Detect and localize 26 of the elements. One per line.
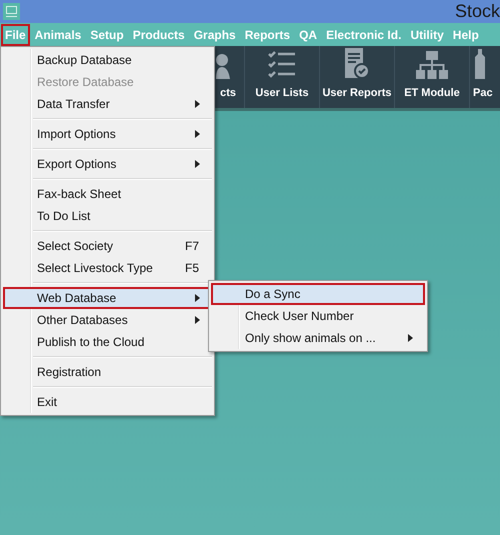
menu-item[interactable]: Publish to the Cloud [3,331,212,353]
menu-item[interactable]: To Do List [3,205,212,227]
bottle-icon [473,49,487,79]
menu-item[interactable]: Exit [3,391,212,413]
hierarchy-icon [416,51,448,79]
shortcut-label: F5 [185,261,200,275]
menu-item[interactable]: Only show animals on ... [211,327,425,349]
menu-item[interactable]: Other Databases [3,309,212,331]
menu-item[interactable]: Select Livestock Type F5 [3,257,212,279]
menu-item[interactable]: Registration [3,361,212,383]
menu-item[interactable]: Export Options [3,153,212,175]
toolbar-button[interactable]: User Lists [245,46,320,108]
toolbar-button[interactable]: Pac [470,46,500,108]
menu-item[interactable]: Backup Database [3,49,212,71]
menu-item[interactable]: Select Society F7 [3,235,212,257]
menu-item[interactable]: Do a Sync [211,283,425,305]
menu-item[interactable]: Check User Number [211,305,425,327]
app-logo-icon [3,3,20,20]
window-title: Stock [454,1,500,22]
toolbar-button[interactable]: User Reports [320,46,395,108]
menu-item[interactable]: Fax-back Sheet [3,183,212,205]
menu-item[interactable]: Data Transfer [3,93,212,115]
toolbar-button[interactable]: ET Module [395,46,470,108]
menu-item[interactable]: Import Options [3,123,212,145]
shortcut-label: F7 [185,239,200,253]
checklist-icon [267,49,297,79]
